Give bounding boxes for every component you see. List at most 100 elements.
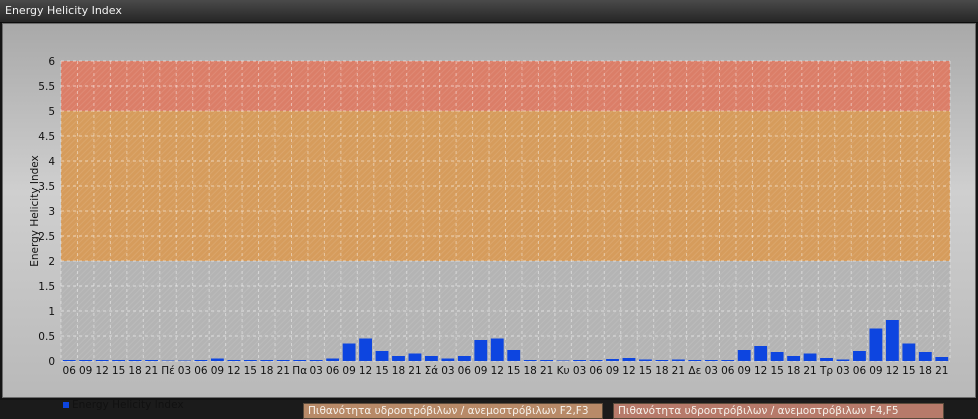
x-tick-label: 06 xyxy=(721,365,735,377)
x-tick-label: Δε xyxy=(688,365,701,377)
x-tick-label: 21 xyxy=(408,365,421,377)
x-tick-label: 06 xyxy=(194,365,208,377)
bar xyxy=(770,352,784,361)
y-tick-label: 6 xyxy=(48,56,55,68)
chart-window: Energy Helicity Index 0 0.5 1 1.5 2 2.5 3 3.5 4 4… xyxy=(0,0,978,419)
x-tick-label: Τρ xyxy=(819,365,833,377)
x-tick-label: 21 xyxy=(672,365,685,377)
bar xyxy=(803,353,817,361)
y-tick-label: 2 xyxy=(48,256,55,268)
x-tick-label: 18 xyxy=(787,365,800,377)
bar xyxy=(243,360,257,361)
bar xyxy=(639,359,652,361)
bar xyxy=(556,360,570,361)
bar xyxy=(787,356,801,361)
bar xyxy=(935,357,949,361)
x-tick-label: 15 xyxy=(902,365,915,377)
bar xyxy=(145,360,158,361)
x-tick-label: 09 xyxy=(474,365,487,377)
bar xyxy=(902,343,916,361)
bar xyxy=(474,340,488,361)
bar xyxy=(95,360,109,361)
x-tick-label: 03 xyxy=(309,365,322,377)
chart-panel: 0 0.5 1 1.5 2 2.5 3 3.5 4 4.5 5 5.5 6 06 09 12 15 18 21 Πέ… xyxy=(2,23,976,419)
x-tick-label: 12 xyxy=(622,365,635,377)
x-axis-ticks: 06 09 12 15 18 21 Πέ 03 06 09 12 15 18 21 Πα 03 06 09 12 15… xyxy=(63,365,949,377)
bar-chart: 00.511.522.533.544.555.56 06 09 12 15 18 21 Πέ… xyxy=(29,56,951,377)
bar xyxy=(194,360,208,361)
y-tick-label: 0.5 xyxy=(38,331,55,343)
x-tick-label: 09 xyxy=(738,365,751,377)
bar xyxy=(622,358,636,361)
bar xyxy=(671,359,685,361)
bar xyxy=(490,338,504,361)
y-tick-label: 1 xyxy=(48,306,55,318)
bar xyxy=(128,360,142,361)
bar xyxy=(309,360,323,361)
x-tick-label: 21 xyxy=(935,365,948,377)
zone-key-f4f5: Πιθανότητα υδροστρόβιλων / ανεμοστρόβιλω… xyxy=(613,403,944,419)
bar xyxy=(704,360,718,361)
bar xyxy=(293,360,307,361)
bar xyxy=(523,360,537,361)
x-tick-label: 09 xyxy=(606,365,619,377)
x-tick-label: 12 xyxy=(227,365,240,377)
bar xyxy=(836,359,850,361)
bar xyxy=(276,360,290,361)
x-tick-label: Πέ xyxy=(161,365,175,377)
y-tick-label: 0 xyxy=(48,356,55,368)
x-tick-label: 21 xyxy=(540,365,553,377)
x-tick-label: 09 xyxy=(211,365,224,377)
bar xyxy=(424,356,438,361)
x-tick-label: 09 xyxy=(869,365,882,377)
x-tick-label: 06 xyxy=(589,365,603,377)
legend: Energy Helicity Index xyxy=(63,398,184,412)
bar xyxy=(589,360,603,361)
legend-swatch xyxy=(63,402,69,408)
x-tick-label: 18 xyxy=(128,365,141,377)
x-tick-label: 03 xyxy=(836,365,849,377)
y-tick-label: 3 xyxy=(48,206,55,218)
y-tick-label: 5.5 xyxy=(38,81,55,93)
y-tick-label: 4.5 xyxy=(38,131,55,143)
bar xyxy=(869,328,883,361)
bar xyxy=(457,356,471,361)
bar xyxy=(375,351,389,361)
x-tick-label: 18 xyxy=(392,365,405,377)
y-tick-label: 4 xyxy=(48,156,55,168)
x-tick-label: 15 xyxy=(507,365,520,377)
bar xyxy=(655,360,669,361)
bar xyxy=(359,338,372,361)
bar xyxy=(754,346,768,361)
x-tick-label: 12 xyxy=(95,365,108,377)
x-tick-label: 18 xyxy=(655,365,668,377)
x-tick-label: 18 xyxy=(524,365,537,377)
x-tick-label: Σά xyxy=(425,365,439,377)
bar xyxy=(112,360,126,361)
bar xyxy=(540,360,554,361)
x-tick-label: 03 xyxy=(573,365,586,377)
bar xyxy=(721,360,735,361)
zone-key-f2f3: Πιθανότητα υδροστρόβιλων / ανεμοστρόβιλω… xyxy=(303,403,603,419)
bar xyxy=(79,360,93,361)
y-axis-label: Energy Helicity Index xyxy=(29,155,41,267)
bar xyxy=(392,356,405,361)
x-tick-label: 06 xyxy=(326,365,340,377)
bar xyxy=(408,353,422,361)
bar xyxy=(573,360,587,361)
bar xyxy=(441,358,455,361)
bar xyxy=(161,360,175,361)
x-tick-label: Κυ xyxy=(557,365,570,377)
x-tick-label: 12 xyxy=(754,365,767,377)
x-tick-label: 06 xyxy=(458,365,472,377)
x-tick-label: 21 xyxy=(145,365,158,377)
x-tick-label: 21 xyxy=(277,365,290,377)
title-bar: Energy Helicity Index xyxy=(0,0,978,23)
bar xyxy=(178,360,191,361)
x-tick-label: 06 xyxy=(63,365,77,377)
x-tick-label: 18 xyxy=(919,365,932,377)
x-tick-label: 15 xyxy=(112,365,125,377)
x-tick-label: 03 xyxy=(705,365,718,377)
x-tick-label: 09 xyxy=(342,365,355,377)
window-title: Energy Helicity Index xyxy=(5,4,122,17)
